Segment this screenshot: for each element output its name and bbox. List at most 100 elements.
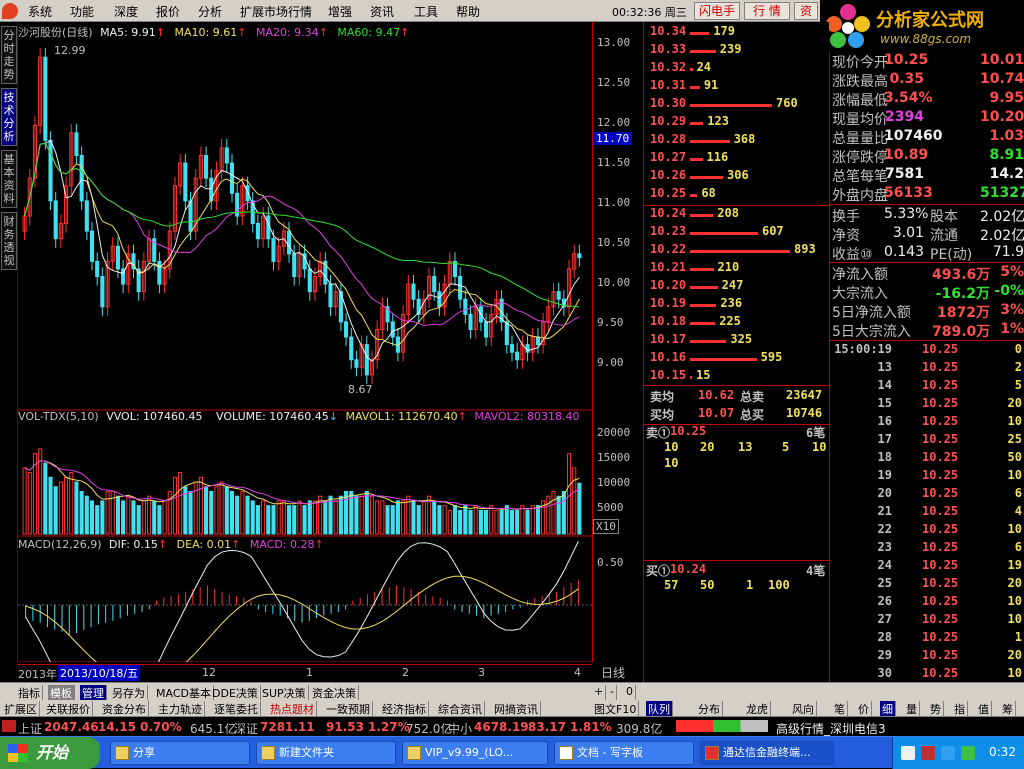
trade-row: 22 10.25 10 (832, 522, 1022, 540)
flash-trade-button[interactable]: 闪电手 (694, 2, 740, 20)
tab-save-as[interactable]: 另存为 (110, 685, 148, 700)
trade-volume: 2 (1014, 360, 1022, 374)
period-label[interactable]: 日线 (601, 664, 625, 681)
tray-icon[interactable] (941, 746, 955, 760)
tab-hot-topics[interactable]: 热点题材 (268, 701, 317, 716)
tab-f10[interactable]: 图文F10 (592, 701, 640, 716)
ask-volume-bar (690, 104, 772, 107)
tab-dde[interactable]: DDE决策 (210, 685, 261, 700)
volume-indicator-header: VOL-TDX(5,10) VVOL: 107460.45 VOLUME: 10… (18, 410, 580, 423)
task-new-folder[interactable]: 新建文件夹 (256, 741, 396, 765)
menu-item-depth[interactable]: 深度 (114, 3, 138, 20)
bid-volume-bar (690, 322, 716, 325)
menu-item-quote[interactable]: 报价 (156, 3, 180, 20)
kline-chart-svg[interactable] (18, 22, 592, 662)
tab-fund[interactable]: 资金决策 (310, 685, 359, 700)
tab-orders[interactable]: 逐笔委托 (212, 701, 261, 716)
buy-average-row: 买均 10.07 总买 10746 (650, 406, 823, 422)
tab-chips[interactable]: 筹 (1000, 701, 1016, 716)
task-tdx[interactable]: 通达信金融终端... (700, 741, 834, 765)
info-button[interactable]: 资 (794, 2, 818, 20)
tab-index[interactable]: 指 (952, 701, 968, 716)
zx-label: 中小 (448, 722, 473, 736)
bid-volume-bar (690, 376, 692, 379)
tab-fund-dist[interactable]: 资金分布 (100, 701, 149, 716)
tab-main-track[interactable]: 主力轨迹 (156, 701, 205, 716)
volume-bar (297, 500, 302, 535)
tab-related[interactable]: 关联报价 (44, 701, 93, 716)
tab-trend[interactable]: 势 (928, 701, 944, 716)
quote-value: 2394 (885, 109, 924, 125)
folder-icon (407, 746, 421, 760)
zoom-out-button[interactable]: - (608, 685, 617, 700)
tab-technical[interactable]: 技术分析 (1, 88, 17, 146)
chart-area[interactable]: 沙河股份(日线) MA5: 9.91↑ MA10: 9.61↑ MA20: 9.… (18, 22, 592, 681)
tab-financials[interactable]: 财务透视 (1, 212, 17, 270)
axis-label: 20000 (597, 426, 631, 439)
tray-icon[interactable] (901, 746, 915, 760)
tab-macd-basic[interactable]: MACD基本 (154, 685, 214, 700)
bid-volume: 607 (761, 224, 784, 238)
tab-wind[interactable]: 风向 (790, 701, 817, 716)
tray-icon[interactable] (961, 746, 975, 760)
task-wordpad[interactable]: 文档 - 写字板 (554, 741, 694, 765)
volume-bar (447, 509, 452, 535)
menu-item-tools[interactable]: 工具 (414, 3, 438, 20)
volume-bar (463, 505, 468, 535)
volume-bar (375, 500, 380, 535)
tab-news[interactable]: 综合资讯 (436, 701, 485, 716)
volume-bar (100, 500, 105, 535)
start-button[interactable]: 开始 (0, 737, 100, 769)
tab-price[interactable]: 价 (856, 701, 872, 716)
volume-bar (395, 500, 400, 535)
tab-detail[interactable]: 细 (880, 701, 896, 716)
server-status: 高级行情_深圳电信3 (776, 722, 886, 736)
menu-item-help[interactable]: 帮助 (456, 3, 480, 20)
candle (84, 200, 89, 232)
volume-bar (74, 481, 79, 535)
volume-bar (281, 500, 286, 535)
tab-volume[interactable]: 量 (904, 701, 920, 716)
tab-dragon[interactable]: 龙虎 (744, 701, 771, 716)
market-button[interactable]: 行 情 (744, 2, 790, 20)
tab-queue[interactable]: 队列 (646, 701, 673, 716)
bid-price: 10.15 (650, 368, 687, 382)
tab-econ[interactable]: 经济指标 (380, 701, 429, 716)
menu-item-system[interactable]: 系统 (28, 3, 52, 20)
tab-trades[interactable]: 笔 (832, 701, 848, 716)
tab-ext[interactable]: 扩展区 (2, 701, 40, 716)
tab-distribution[interactable]: 分布 (696, 701, 723, 716)
menu-item-function[interactable]: 功能 (70, 3, 94, 20)
tab-consensus[interactable]: 一致预期 (324, 701, 373, 716)
task-vip[interactable]: VIP_v9.99_(LO... (402, 741, 548, 765)
menu-item-analysis[interactable]: 分析 (198, 3, 222, 20)
tab-fundamentals[interactable]: 基本资料 (1, 150, 17, 208)
trade-volume: 50 (1007, 450, 1022, 464)
tab-sup[interactable]: SUP决策 (260, 685, 309, 700)
volume-bar (572, 467, 577, 535)
tab-template[interactable]: 模板 (48, 685, 75, 700)
reset-button[interactable]: 0 (624, 685, 636, 700)
tray-icon[interactable] (921, 746, 935, 760)
date-tick: 2 (402, 666, 409, 679)
tab-manage[interactable]: 管理 (80, 685, 107, 700)
tab-value[interactable]: 值 (976, 701, 992, 716)
menu-item-enhance[interactable]: 增强 (328, 3, 352, 20)
tab-web-news[interactable]: 网摘资讯 (492, 701, 541, 716)
volume-bar (141, 500, 146, 535)
trade-row: 18 10.25 50 (832, 450, 1022, 468)
task-share[interactable]: 分享 (110, 741, 250, 765)
candle (89, 230, 95, 262)
volume-bar (22, 467, 27, 535)
trade-price: 10.25 (922, 396, 959, 410)
trade-row: 17 10.25 25 (832, 432, 1022, 450)
sell1-count: 6笔 (806, 426, 826, 440)
tab-intraday[interactable]: 分时走势 (1, 26, 17, 84)
tab-indicator[interactable]: 指标 (16, 685, 43, 700)
volume-bar (152, 500, 157, 535)
bid-level: 10.16 595 (650, 350, 830, 368)
menu-item-info[interactable]: 资讯 (370, 3, 394, 20)
menu-item-extended-market[interactable]: 扩展市场行情 (240, 3, 312, 20)
zoom-in-button[interactable]: + (592, 685, 607, 700)
volume-bar (69, 472, 74, 535)
